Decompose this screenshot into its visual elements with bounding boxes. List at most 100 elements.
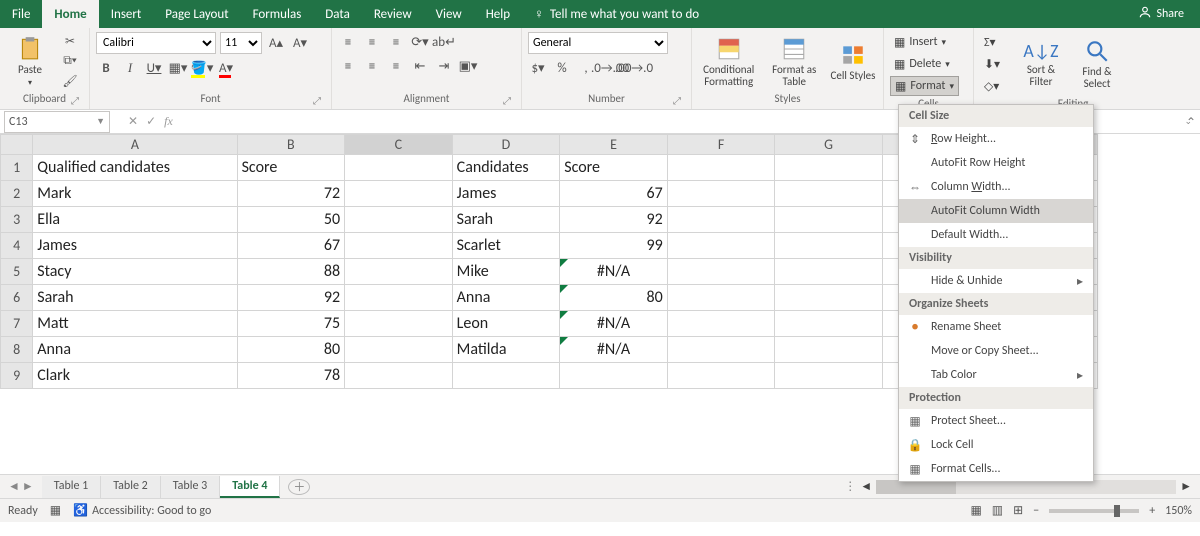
- number-launcher-icon[interactable]: ⤢: [671, 95, 683, 107]
- name-box[interactable]: C13▼: [4, 111, 110, 133]
- tab-home[interactable]: Home: [42, 0, 98, 28]
- cell-D1[interactable]: Candidates: [452, 155, 560, 181]
- cell-E4[interactable]: 99: [560, 233, 668, 259]
- cell-C7[interactable]: [345, 311, 453, 337]
- macro-icon[interactable]: ▦: [50, 503, 61, 518]
- view-layout-icon[interactable]: ▥: [992, 503, 1003, 518]
- zoom-out-icon[interactable]: −: [1033, 504, 1039, 518]
- row-header-3[interactable]: 3: [1, 207, 33, 233]
- menu-autofit-row-height[interactable]: AutoFit Row Height: [899, 151, 1093, 175]
- cell-E9[interactable]: [560, 363, 668, 389]
- cell-B8[interactable]: 80: [237, 337, 345, 363]
- new-sheet-button[interactable]: ＋: [288, 479, 310, 495]
- clear-button[interactable]: ◇▾: [980, 76, 1010, 96]
- cell-A9[interactable]: Clark: [33, 363, 237, 389]
- fill-color-button[interactable]: 🪣▾: [192, 58, 212, 78]
- zoom-slider[interactable]: [1049, 509, 1139, 513]
- cell-G9[interactable]: [775, 363, 883, 389]
- cell-B6[interactable]: 92: [237, 285, 345, 311]
- tab-insert[interactable]: Insert: [99, 0, 154, 28]
- cell-D9[interactable]: [452, 363, 560, 389]
- menu-format-cells[interactable]: ▦Format Cells...: [899, 457, 1093, 481]
- cell-C3[interactable]: [345, 207, 453, 233]
- tab-view[interactable]: View: [424, 0, 474, 28]
- sheet-tab-table-4[interactable]: Table 4: [220, 476, 280, 498]
- cell-B1[interactable]: Score: [237, 155, 345, 181]
- select-all-cell[interactable]: [1, 135, 33, 155]
- cell-D5[interactable]: Mike: [452, 259, 560, 285]
- cell-G4[interactable]: [775, 233, 883, 259]
- cell-C1[interactable]: [345, 155, 453, 181]
- scroll-left-icon[interactable]: ◄: [860, 479, 872, 494]
- cell-B4[interactable]: 67: [237, 233, 345, 259]
- accessibility-status[interactable]: Accessibility: Good to go: [92, 504, 211, 518]
- cell-A7[interactable]: Matt: [33, 311, 237, 337]
- row-header-2[interactable]: 2: [1, 181, 33, 207]
- insert-cells-button[interactable]: ▦Insert▾: [890, 32, 959, 52]
- cell-D4[interactable]: Scarlet: [452, 233, 560, 259]
- cell-D3[interactable]: Sarah: [452, 207, 560, 233]
- prev-sheet-icon[interactable]: ◄: [8, 479, 20, 494]
- cell-D8[interactable]: Matilda: [452, 337, 560, 363]
- paste-button[interactable]: Paste ▾: [6, 32, 54, 91]
- cell-G6[interactable]: [775, 285, 883, 311]
- cell-styles-button[interactable]: Cell Styles: [829, 32, 877, 91]
- col-header-E[interactable]: E: [560, 135, 668, 155]
- cell-B3[interactable]: 50: [237, 207, 345, 233]
- cell-F6[interactable]: [667, 285, 775, 311]
- fill-button[interactable]: ⬇▾: [980, 54, 1010, 74]
- sheet-tab-table-3[interactable]: Table 3: [161, 476, 220, 498]
- tab-page-layout[interactable]: Page Layout: [153, 0, 240, 28]
- cell-F7[interactable]: [667, 311, 775, 337]
- col-header-F[interactable]: F: [667, 135, 775, 155]
- font-name-select[interactable]: Calibri: [96, 32, 216, 54]
- tell-me-search[interactable]: ♀ Tell me what you want to do: [522, 0, 699, 28]
- menu-default-width[interactable]: Default Width...: [899, 223, 1093, 247]
- delete-cells-button[interactable]: ▦Delete▾: [890, 54, 959, 74]
- border-button[interactable]: ▦▾: [168, 58, 188, 78]
- cell-C4[interactable]: [345, 233, 453, 259]
- cell-B7[interactable]: 75: [237, 311, 345, 337]
- sheet-tab-table-2[interactable]: Table 2: [101, 476, 160, 498]
- fx-icon[interactable]: fx: [164, 114, 173, 129]
- row-header-7[interactable]: 7: [1, 311, 33, 337]
- format-cells-button[interactable]: ▦Format▾: [890, 76, 959, 96]
- conditional-formatting-button[interactable]: Conditional Formatting: [698, 32, 759, 91]
- currency-icon[interactable]: $▾: [528, 58, 548, 78]
- menu-hide-unhide[interactable]: Hide & Unhide▸: [899, 269, 1093, 293]
- underline-button[interactable]: U▾: [144, 58, 164, 78]
- cell-C6[interactable]: [345, 285, 453, 311]
- menu-move-copy-sheet[interactable]: Move or Copy Sheet...: [899, 339, 1093, 363]
- decrease-font-icon[interactable]: A▾: [290, 33, 310, 53]
- cell-F2[interactable]: [667, 181, 775, 207]
- collapse-ribbon-icon[interactable]: ⌃: [1186, 115, 1196, 130]
- cell-G3[interactable]: [775, 207, 883, 233]
- zoom-level[interactable]: 150%: [1165, 504, 1192, 518]
- share-button[interactable]: Share: [1156, 7, 1184, 21]
- col-header-G[interactable]: G: [775, 135, 883, 155]
- font-color-button[interactable]: A▾: [216, 58, 236, 78]
- cell-B2[interactable]: 72: [237, 181, 345, 207]
- menu-rename-sheet[interactable]: ●Rename Sheet: [899, 315, 1093, 339]
- clipboard-launcher-icon[interactable]: ⤢: [69, 95, 81, 107]
- cell-A6[interactable]: Sarah: [33, 285, 237, 311]
- align-middle-icon[interactable]: ≡: [362, 32, 382, 52]
- view-pagebreak-icon[interactable]: ⊞: [1013, 503, 1023, 518]
- tab-review[interactable]: Review: [362, 0, 424, 28]
- autosum-button[interactable]: Σ▾: [980, 32, 1010, 52]
- next-sheet-icon[interactable]: ►: [22, 479, 34, 494]
- tab-data[interactable]: Data: [313, 0, 362, 28]
- tab-file[interactable]: File: [0, 0, 42, 28]
- cancel-formula-icon[interactable]: ✕: [128, 114, 138, 129]
- menu-row-height[interactable]: ⇕Row Height...: [899, 127, 1093, 151]
- enter-formula-icon[interactable]: ✓: [146, 114, 156, 129]
- merge-center-icon[interactable]: ▣▾: [458, 56, 478, 76]
- cell-E8[interactable]: #N/A: [560, 337, 668, 363]
- menu-tab-color[interactable]: Tab Color▸: [899, 363, 1093, 387]
- cell-E5[interactable]: #N/A: [560, 259, 668, 285]
- cell-D2[interactable]: James: [452, 181, 560, 207]
- copy-button[interactable]: ⧉▾: [60, 52, 80, 70]
- cell-F9[interactable]: [667, 363, 775, 389]
- zoom-in-icon[interactable]: +: [1149, 504, 1155, 518]
- decrease-decimal-icon[interactable]: .00→.0: [624, 58, 644, 78]
